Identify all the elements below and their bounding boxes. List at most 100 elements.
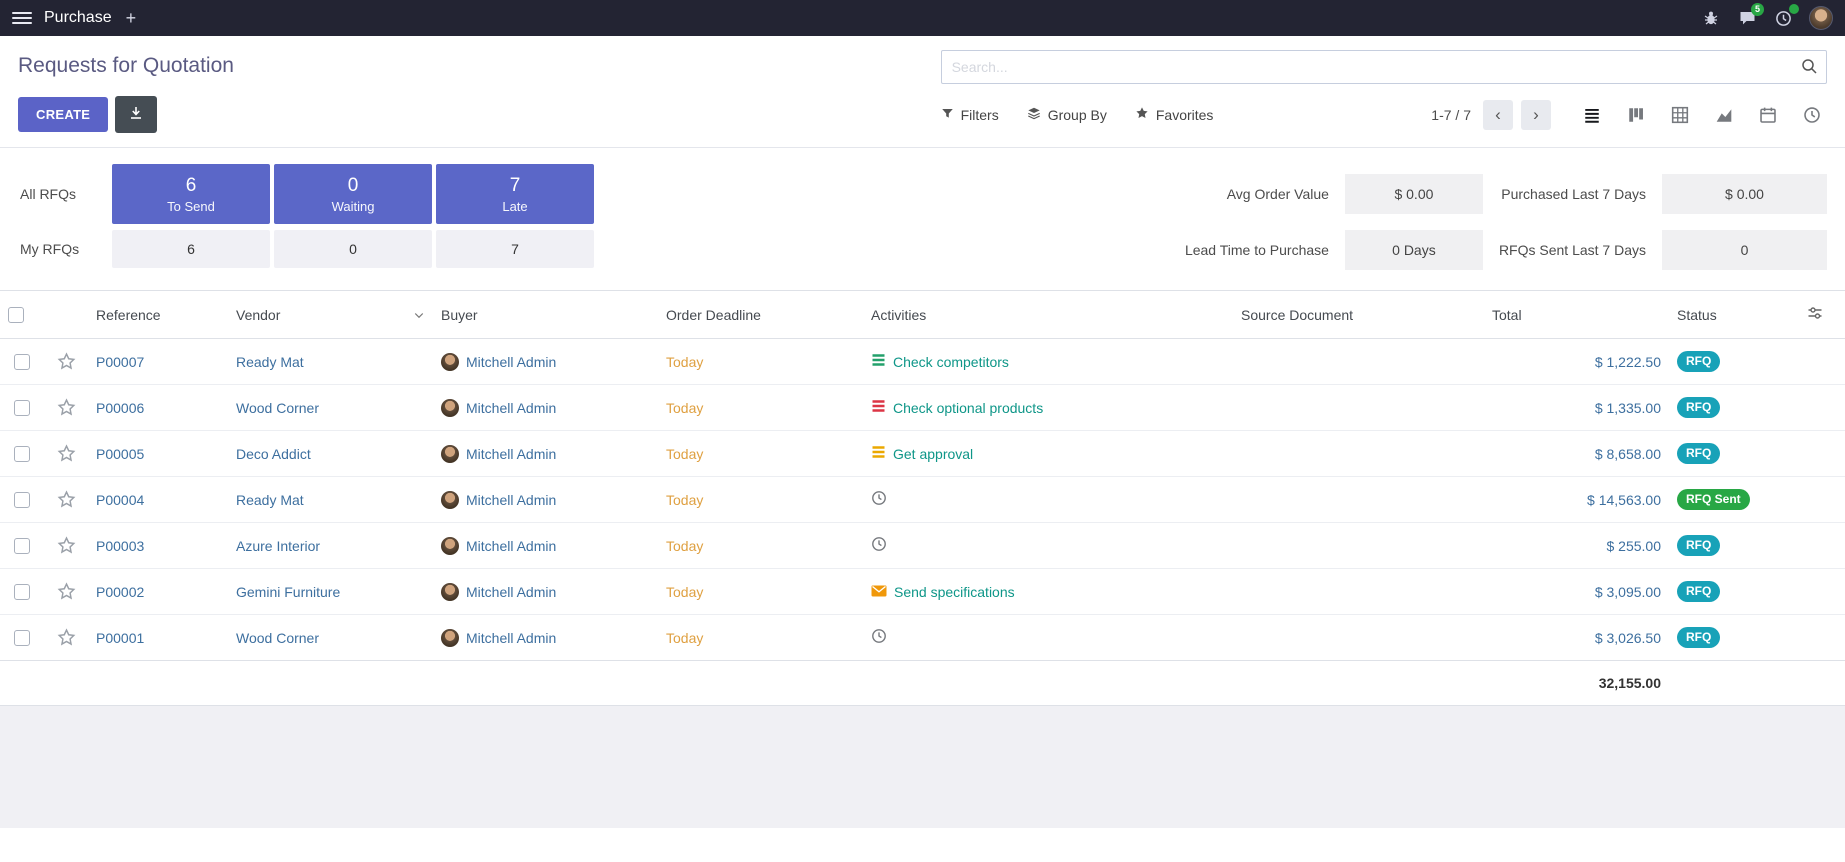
buyer-avatar <box>441 583 459 601</box>
activity-clock-icon[interactable] <box>871 628 887 647</box>
star-icon[interactable] <box>57 352 76 371</box>
create-button[interactable]: CREATE <box>18 97 108 132</box>
activity-view-button[interactable] <box>1797 100 1827 130</box>
row-checkbox[interactable] <box>14 492 30 508</box>
star-icon[interactable] <box>57 536 76 555</box>
column-header-order-deadline[interactable]: Order Deadline <box>658 291 863 339</box>
table-row[interactable]: P00004 Ready Mat Mitchell Admin Today $ … <box>0 477 1845 523</box>
plus-icon[interactable]: + <box>126 9 137 27</box>
activity-link[interactable]: Check optional products <box>893 400 1043 416</box>
row-checkbox[interactable] <box>14 446 30 462</box>
star-icon[interactable] <box>57 628 76 647</box>
pivot-view-button[interactable] <box>1665 100 1695 130</box>
activity-clock-icon[interactable] <box>871 536 887 555</box>
star-icon[interactable] <box>57 490 76 509</box>
column-header-status[interactable]: Status <box>1669 291 1799 339</box>
graph-view-button[interactable] <box>1709 100 1739 130</box>
messages-icon[interactable]: 5 <box>1737 8 1757 28</box>
row-checkbox[interactable] <box>14 400 30 416</box>
my-to-send-count[interactable]: 6 <box>112 230 270 268</box>
reference-link[interactable]: P00005 <box>96 446 144 462</box>
activity-clock-icon[interactable] <box>871 490 887 509</box>
select-all-checkbox[interactable] <box>8 307 24 323</box>
optional-columns-button[interactable] <box>1799 291 1845 339</box>
vendor-link[interactable]: Wood Corner <box>236 630 319 646</box>
buyer-link[interactable]: Mitchell Admin <box>466 538 556 554</box>
star-icon[interactable] <box>57 398 76 417</box>
column-header-vendor[interactable]: Vendor <box>228 291 433 339</box>
buyer-link[interactable]: Mitchell Admin <box>466 492 556 508</box>
late-label: Late <box>502 199 527 214</box>
row-checkbox[interactable] <box>14 584 30 600</box>
row-checkbox[interactable] <box>14 630 30 646</box>
user-avatar[interactable] <box>1809 6 1833 30</box>
column-header-total[interactable]: Total <box>1484 291 1669 339</box>
all-rfqs-label[interactable]: All RFQs <box>12 164 108 224</box>
reference-link[interactable]: P00006 <box>96 400 144 416</box>
group-by-button[interactable]: Group By <box>1027 106 1107 123</box>
row-checkbox[interactable] <box>14 538 30 554</box>
column-header-reference[interactable]: Reference <box>88 291 228 339</box>
my-rfqs-label[interactable]: My RFQs <box>12 230 108 268</box>
calendar-view-button[interactable] <box>1753 100 1783 130</box>
vendor-link[interactable]: Ready Mat <box>236 492 304 508</box>
buyer-link[interactable]: Mitchell Admin <box>466 630 556 646</box>
filters-button[interactable]: Filters <box>941 107 999 123</box>
vendor-link[interactable]: Azure Interior <box>236 538 320 554</box>
favorites-button[interactable]: Favorites <box>1135 106 1214 123</box>
activity-link[interactable]: Send specifications <box>894 584 1015 600</box>
search-input[interactable] <box>941 50 1827 84</box>
my-waiting-count[interactable]: 0 <box>274 230 432 268</box>
star-icon[interactable] <box>57 444 76 463</box>
avg-order-value: $ 0.00 <box>1345 174 1483 214</box>
table-row[interactable]: P00002 Gemini Furniture Mitchell Admin T… <box>0 569 1845 615</box>
list-view-button[interactable] <box>1577 100 1607 130</box>
card-waiting[interactable]: 0 Waiting <box>274 164 432 224</box>
vendor-link[interactable]: Gemini Furniture <box>236 584 340 600</box>
table-row[interactable]: P00003 Azure Interior Mitchell Admin Tod… <box>0 523 1845 569</box>
column-header-activities[interactable]: Activities <box>863 291 1233 339</box>
rfqs-sent-7days-value: 0 <box>1662 230 1827 270</box>
my-late-count[interactable]: 7 <box>436 230 594 268</box>
vendor-link[interactable]: Ready Mat <box>236 354 304 370</box>
pager-next-button[interactable]: › <box>1521 100 1551 130</box>
reference-link[interactable]: P00007 <box>96 354 144 370</box>
table-row[interactable]: P00007 Ready Mat Mitchell Admin Today Ch… <box>0 339 1845 385</box>
star-icon[interactable] <box>57 582 76 601</box>
reference-link[interactable]: P00002 <box>96 584 144 600</box>
activity-list-icon[interactable] <box>871 353 886 370</box>
activity-list-icon[interactable] <box>871 399 886 416</box>
column-header-source-document[interactable]: Source Document <box>1233 291 1484 339</box>
reference-link[interactable]: P00001 <box>96 630 144 646</box>
vendor-link[interactable]: Wood Corner <box>236 400 319 416</box>
export-button[interactable] <box>115 96 157 133</box>
table-row[interactable]: P00005 Deco Addict Mitchell Admin Today … <box>0 431 1845 477</box>
card-to-send[interactable]: 6 To Send <box>112 164 270 224</box>
table-row[interactable]: P00001 Wood Corner Mitchell Admin Today … <box>0 615 1845 661</box>
row-checkbox[interactable] <box>14 354 30 370</box>
reference-link[interactable]: P00004 <box>96 492 144 508</box>
buyer-link[interactable]: Mitchell Admin <box>466 354 556 370</box>
table-row[interactable]: P00006 Wood Corner Mitchell Admin Today … <box>0 385 1845 431</box>
reference-link[interactable]: P00003 <box>96 538 144 554</box>
kanban-view-button[interactable] <box>1621 100 1651 130</box>
activity-link[interactable]: Check competitors <box>893 354 1009 370</box>
search-icon[interactable] <box>1801 58 1818 78</box>
app-title[interactable]: Purchase <box>44 9 112 27</box>
card-late[interactable]: 7 Late <box>436 164 594 224</box>
activity-link[interactable]: Get approval <box>893 446 973 462</box>
activity-list-icon[interactable] <box>871 445 886 462</box>
pager-prev-button[interactable]: ‹ <box>1483 100 1513 130</box>
total-amount: $ 3,095.00 <box>1595 584 1661 600</box>
to-send-count: 6 <box>186 175 197 197</box>
vendor-link[interactable]: Deco Addict <box>236 446 311 462</box>
activities-icon[interactable] <box>1773 8 1793 28</box>
debug-bug-icon[interactable] <box>1701 8 1721 28</box>
buyer-link[interactable]: Mitchell Admin <box>466 446 556 462</box>
buyer-link[interactable]: Mitchell Admin <box>466 400 556 416</box>
column-header-buyer[interactable]: Buyer <box>433 291 658 339</box>
buyer-link[interactable]: Mitchell Admin <box>466 584 556 600</box>
waiting-count: 0 <box>348 175 359 197</box>
apps-menu-icon[interactable] <box>12 12 32 24</box>
activity-envelope-icon[interactable] <box>871 584 887 600</box>
